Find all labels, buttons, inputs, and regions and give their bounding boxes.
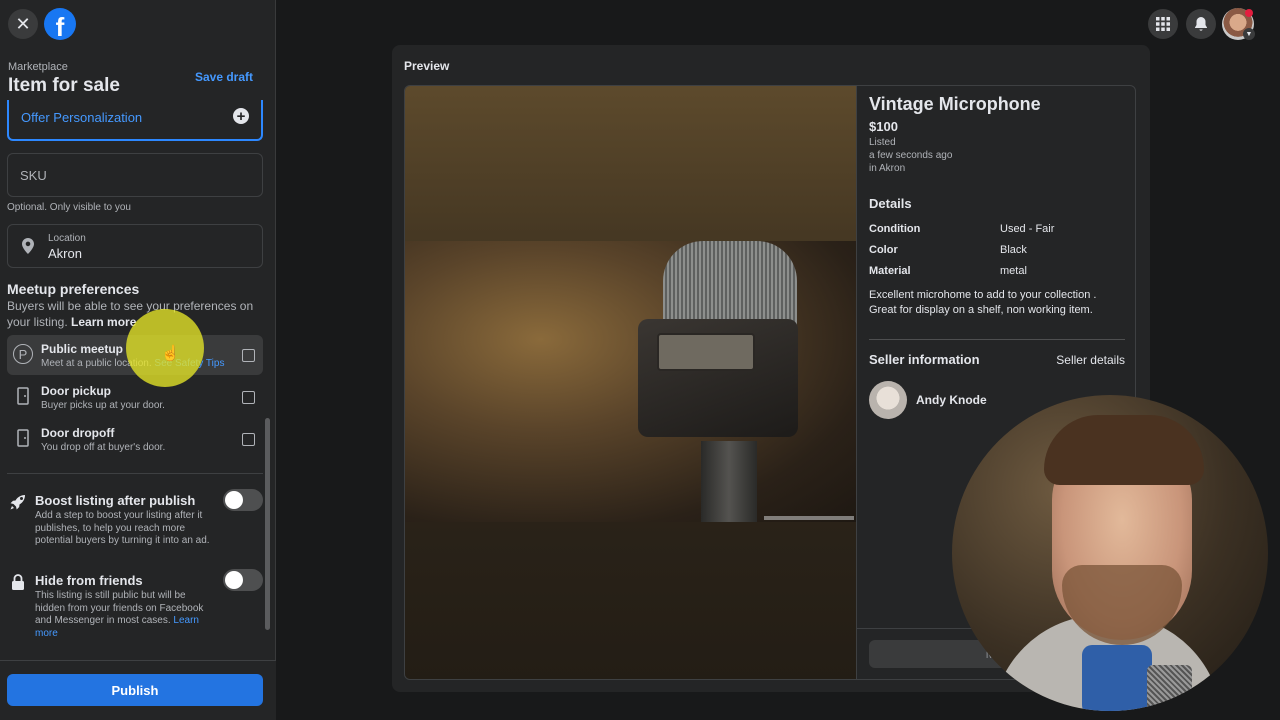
close-icon[interactable]: ✕	[8, 9, 38, 39]
item-title: Vintage Microphone	[869, 94, 1041, 114]
hide-from-friends-title: Hide from friends	[35, 573, 143, 588]
webcam-microphone	[1147, 665, 1192, 711]
hide-from-friends-desc: This listing is still public but will be…	[35, 590, 215, 640]
offer-personalization-label: Offer Personalization	[21, 110, 143, 125]
webcam-hair	[1044, 415, 1204, 485]
bell-icon[interactable]	[1186, 9, 1216, 39]
grid-menu-icon[interactable]	[1148, 9, 1178, 39]
webcam-overlay	[952, 395, 1268, 711]
item-description: Excellent microhome to add to your colle…	[869, 289, 1097, 316]
hide-from-friends-toggle[interactable]	[223, 569, 263, 591]
chevron-down-icon[interactable]: ▼	[1243, 28, 1255, 40]
door-pickup-sub: Buyer picks up at your door.	[41, 400, 165, 411]
lock-icon	[12, 574, 24, 590]
sku-input[interactable]: SKU	[7, 153, 263, 197]
boost-listing-desc: Add a step to boost your listing after i…	[35, 510, 210, 546]
mic-stem	[701, 441, 757, 522]
photo-area	[405, 86, 856, 679]
door-dropoff-title: Door dropoff	[41, 426, 115, 440]
plus-circle-icon[interactable]: +	[233, 108, 249, 124]
door-dropoff-sub: You drop off at buyer's door.	[41, 442, 166, 453]
detail-key: Material	[869, 265, 911, 277]
section-divider	[7, 473, 263, 474]
sku-placeholder: SKU	[20, 168, 47, 183]
grid-menu-glyph	[1156, 17, 1170, 31]
map-pin-icon	[22, 238, 34, 254]
location-field[interactable]: Location Akron	[7, 224, 263, 268]
detail-key: Color	[869, 244, 898, 256]
boost-listing-title: Boost listing after publish	[35, 493, 196, 508]
door-icon	[17, 387, 29, 405]
details-title: Details	[869, 196, 912, 211]
public-meetup-title: Public meetup	[41, 342, 124, 356]
door-pickup-option[interactable]: Door pickup Buyer picks up at your door.	[7, 377, 263, 417]
hand-cursor-icon: ☝	[161, 345, 180, 362]
sidebar-topbar: ✕ f	[0, 0, 276, 50]
door-dropoff-checkbox[interactable]	[242, 433, 255, 446]
detail-value: Black	[1000, 244, 1027, 256]
door-dropoff-option[interactable]: Door dropoff You drop off at buyer's doo…	[7, 419, 263, 459]
webcam-collar	[1082, 645, 1152, 711]
listed-label: Listed	[869, 137, 896, 148]
form-scroll-area[interactable]: Offer Personalization + SKU Optional. On…	[0, 100, 276, 660]
door-icon	[17, 429, 29, 447]
parking-p-icon: P	[13, 344, 33, 364]
detail-value: Used - Fair	[1000, 223, 1055, 235]
meetup-preferences-title: Meetup preferences	[7, 281, 140, 297]
item-price: $100	[869, 119, 898, 134]
sidebar-footer: Publish	[0, 660, 276, 720]
page-title: Item for sale	[8, 75, 120, 96]
mic-nameplate	[657, 333, 755, 371]
notification-dot	[1245, 9, 1253, 17]
info-divider	[869, 339, 1125, 340]
preview-label: Preview	[404, 59, 450, 73]
offer-personalization-field[interactable]: Offer Personalization +	[7, 100, 263, 141]
detail-value: metal	[1000, 265, 1027, 277]
item-photo	[405, 241, 856, 522]
location-value: Akron	[48, 246, 82, 261]
seller-avatar	[869, 381, 907, 419]
seller-details-link[interactable]: Seller details	[1056, 353, 1125, 367]
bell-glyph	[1195, 16, 1207, 31]
sku-hint: Optional. Only visible to you	[7, 202, 131, 213]
facebook-logo-icon[interactable]: f	[44, 8, 76, 40]
sidebar-scrollbar[interactable]	[265, 418, 270, 630]
meetup-learn-more-link[interactable]: Learn more	[71, 315, 136, 329]
listed-place: in Akron	[869, 163, 906, 174]
boost-listing-toggle[interactable]	[223, 489, 263, 511]
door-pickup-title: Door pickup	[41, 384, 112, 398]
detail-key: Condition	[869, 223, 921, 235]
seller-info-title: Seller information	[869, 352, 980, 367]
seller-name: Andy Knode	[916, 393, 987, 407]
rocket-icon	[10, 495, 25, 510]
publish-button[interactable]: Publish	[7, 674, 263, 706]
public-meetup-checkbox[interactable]	[242, 349, 255, 362]
photo-watermark	[764, 516, 854, 520]
location-label: Location	[48, 233, 86, 244]
save-draft-button[interactable]: Save draft	[195, 70, 253, 84]
listed-time: a few seconds ago	[869, 150, 953, 161]
breadcrumb[interactable]: Marketplace	[8, 61, 68, 73]
door-pickup-checkbox[interactable]	[242, 391, 255, 404]
